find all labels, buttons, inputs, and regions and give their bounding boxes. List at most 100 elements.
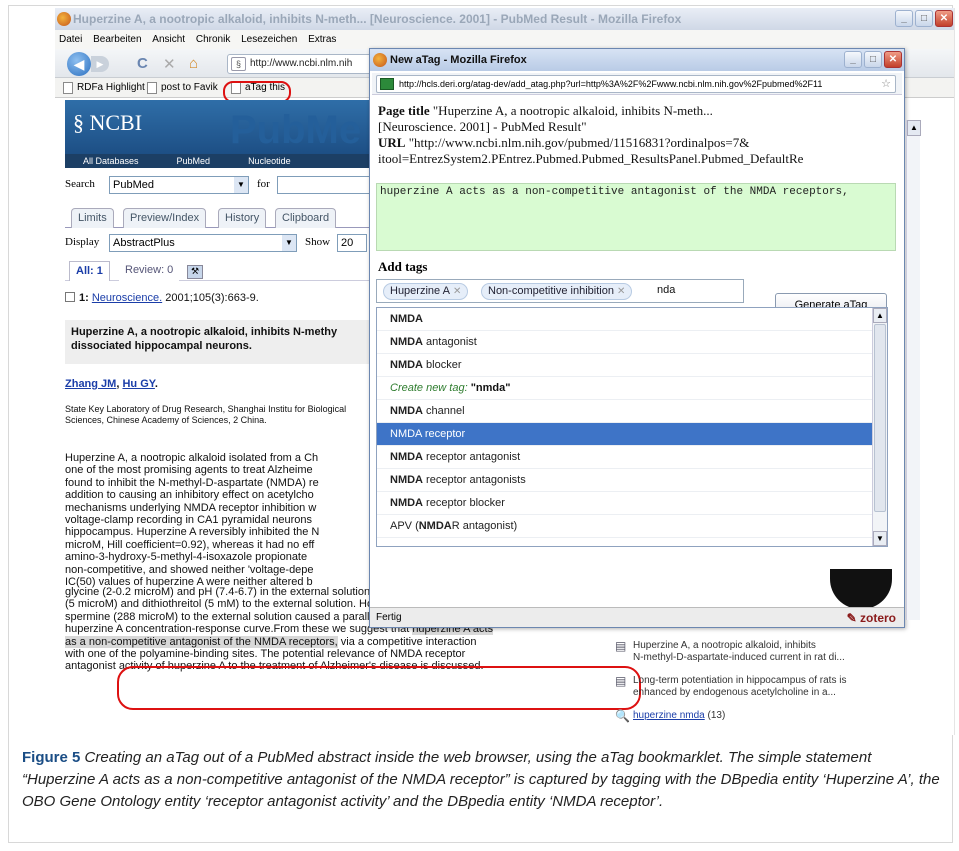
- tab-all[interactable]: All: 1: [69, 261, 110, 281]
- display-select-value: AbstractPlus: [113, 237, 175, 249]
- related-line: enhanced by endogenous acetylcholine in …: [633, 687, 836, 698]
- popup-page-scrollbar[interactable]: ▲: [906, 120, 921, 620]
- selected-text-note[interactable]: huperzine A acts as a non-competitive an…: [376, 183, 896, 251]
- tag-chip-label: Huperzine A: [390, 285, 450, 297]
- nav-nucleotide[interactable]: Nucleotide: [248, 154, 291, 168]
- stop-icon[interactable]: ✕: [163, 55, 176, 73]
- tab-review[interactable]: Review: 0: [119, 261, 180, 281]
- dropdown-scrollbar[interactable]: ▲ ▼: [872, 308, 887, 546]
- home-icon[interactable]: ⌂: [189, 55, 198, 72]
- display-select[interactable]: AbstractPlus ▼: [109, 234, 297, 252]
- close-icon[interactable]: ✕: [935, 10, 953, 27]
- abstract-line: addition to causing an inhibitory effect…: [65, 489, 314, 502]
- suggestion-item[interactable]: NMDA antagonist: [377, 331, 873, 354]
- popup-url-bar[interactable]: http://hcls.deri.org/atag-dev/add_atag.p…: [376, 75, 896, 93]
- suggestion-rest: receptor: [421, 428, 466, 440]
- remove-tag-icon[interactable]: ✕: [453, 286, 461, 297]
- authors: Zhang JM, Hu GY.: [65, 378, 158, 390]
- menu-ansicht[interactable]: Ansicht: [152, 34, 185, 45]
- remove-tag-icon[interactable]: ✕: [617, 286, 625, 297]
- page-title-line: [Neuroscience. 2001] - PubMed Result": [378, 119, 587, 134]
- suggestion-item[interactable]: NMDA receptor antagonist: [377, 446, 873, 469]
- reload-icon[interactable]: C: [137, 55, 148, 72]
- menu-lesezeichen[interactable]: Lesezeichen: [241, 34, 297, 45]
- page-title-value: "Huperzine A, a nootropic alkaloid, inhi…: [432, 103, 713, 118]
- journal-link[interactable]: Neuroscience.: [92, 292, 162, 304]
- related-article[interactable]: ▤ Long-term potentiation in hippocampus …: [615, 675, 945, 699]
- suggestion-rest: receptor antagonist: [423, 451, 521, 463]
- create-new-tag-item[interactable]: Create new tag: "nmda": [377, 377, 873, 400]
- tab-preview-index[interactable]: Preview/Index: [123, 208, 207, 228]
- search-database-select[interactable]: PubMed ▼: [109, 176, 249, 194]
- url-value: "http://www.ncbi.nlm.nih.gov/pubmed/1151…: [408, 135, 750, 150]
- suggestion-match: NMDA: [390, 405, 423, 417]
- back-icon[interactable]: ◀: [67, 52, 91, 76]
- show-select-value: 20: [341, 237, 354, 249]
- close-icon[interactable]: ✕: [884, 51, 902, 68]
- firefox-logo-icon: [57, 12, 71, 26]
- url-line: itool=EntrezSystem2.PEntrez.Pubmed.Pubme…: [378, 151, 804, 166]
- record-citation: 2001;105(3):663-9.: [165, 292, 259, 304]
- author-link[interactable]: Zhang JM: [65, 378, 116, 390]
- popup-url-row: http://hcls.deri.org/atag-dev/add_atag.p…: [372, 73, 902, 95]
- tag-chip[interactable]: Huperzine A ✕: [383, 283, 469, 300]
- maximize-icon[interactable]: □: [864, 51, 882, 68]
- highlight-circle-selection: [117, 666, 641, 710]
- suggestion-item[interactable]: APV (NMDAR antagonist): [377, 515, 873, 538]
- suggestion-item[interactable]: NMDA receptor blocker: [377, 492, 873, 515]
- search-suggestion-text: huperzine nmda (13): [633, 710, 725, 722]
- scroll-up-icon[interactable]: ▲: [907, 120, 921, 136]
- abstract-line: as a non-competitive antagonist of the N…: [65, 635, 580, 648]
- add-tags-label: Add tags: [378, 259, 428, 274]
- star-icon[interactable]: ☆: [881, 76, 891, 92]
- forward-icon[interactable]: ▶: [91, 56, 109, 72]
- search-select-value: PubMed: [113, 179, 154, 191]
- suggestion-item[interactable]: NMDA blocker: [377, 354, 873, 377]
- search-suggestion-link[interactable]: huperzine nmda: [633, 710, 705, 721]
- tab-clipboard[interactable]: Clipboard: [275, 208, 337, 228]
- nav-pubmed[interactable]: PubMed: [177, 154, 211, 168]
- show-label: Show: [305, 236, 331, 248]
- related-article-text: Huperzine A, a nootropic alkaloid, inhib…: [633, 640, 845, 664]
- tools-icon[interactable]: ⚒: [187, 265, 203, 279]
- suggestion-item[interactable]: NMDA channel: [377, 400, 873, 423]
- ncbi-logo[interactable]: § NCBI: [73, 110, 142, 136]
- zotero-button[interactable]: ✎ zotero: [847, 608, 896, 628]
- search-suggestion[interactable]: 🔍 huperzine nmda (13): [615, 710, 945, 722]
- atag-popup-window: New aTag - Mozilla Firefox _ □ ✕ http://…: [369, 48, 905, 628]
- minimize-icon[interactable]: _: [895, 10, 913, 27]
- scrollbar-thumb[interactable]: [874, 324, 886, 512]
- scroll-down-icon[interactable]: ▼: [873, 531, 887, 546]
- url-label: URL: [378, 135, 406, 150]
- tab-limits[interactable]: Limits: [71, 208, 114, 228]
- abstract-line: found to inhibit the N-methyl-D-aspartat…: [65, 476, 319, 489]
- main-window-controls: _ □ ✕: [895, 10, 953, 27]
- bookmark-post-to-favik[interactable]: post to Favik: [147, 78, 218, 98]
- menu-datei[interactable]: Datei: [59, 34, 82, 45]
- scroll-up-icon[interactable]: ▲: [873, 308, 887, 323]
- tab-history[interactable]: History: [218, 208, 267, 228]
- maximize-icon[interactable]: □: [915, 10, 933, 27]
- related-article[interactable]: ▤ Huperzine A, a nootropic alkaloid, inh…: [615, 640, 945, 664]
- chevron-down-icon: ▼: [234, 177, 248, 193]
- page-icon: [147, 82, 157, 94]
- abstract-line: non-competitive, and showed neither 'vol…: [65, 563, 314, 576]
- tag-chip[interactable]: Non-competitive inhibition ✕: [481, 283, 633, 300]
- suggestion-item[interactable]: NMDA: [377, 308, 873, 331]
- menu-extras[interactable]: Extras: [308, 34, 336, 45]
- suggestion-item[interactable]: NMDA receptor antagonists: [377, 469, 873, 492]
- record-checkbox[interactable]: [65, 292, 75, 302]
- nav-all-databases[interactable]: All Databases: [83, 154, 139, 168]
- bookmark-label: post to Favik: [161, 82, 218, 93]
- zotero-label: zotero: [860, 611, 896, 625]
- page-title-label: Page title: [378, 103, 430, 118]
- bookmark-rdfa-highlight[interactable]: RDFa Highlight: [63, 78, 145, 98]
- tag-input[interactable]: Huperzine A ✕ Non-competitive inhibition ✕…: [376, 279, 744, 303]
- show-select[interactable]: 20: [337, 234, 367, 252]
- menu-chronik[interactable]: Chronik: [196, 34, 230, 45]
- minimize-icon[interactable]: _: [844, 51, 862, 68]
- search-input[interactable]: [277, 176, 375, 194]
- author-link[interactable]: Hu GY: [122, 378, 154, 390]
- menu-bearbeiten[interactable]: Bearbeiten: [93, 34, 141, 45]
- suggestion-item-selected[interactable]: NMDA receptor: [377, 423, 873, 446]
